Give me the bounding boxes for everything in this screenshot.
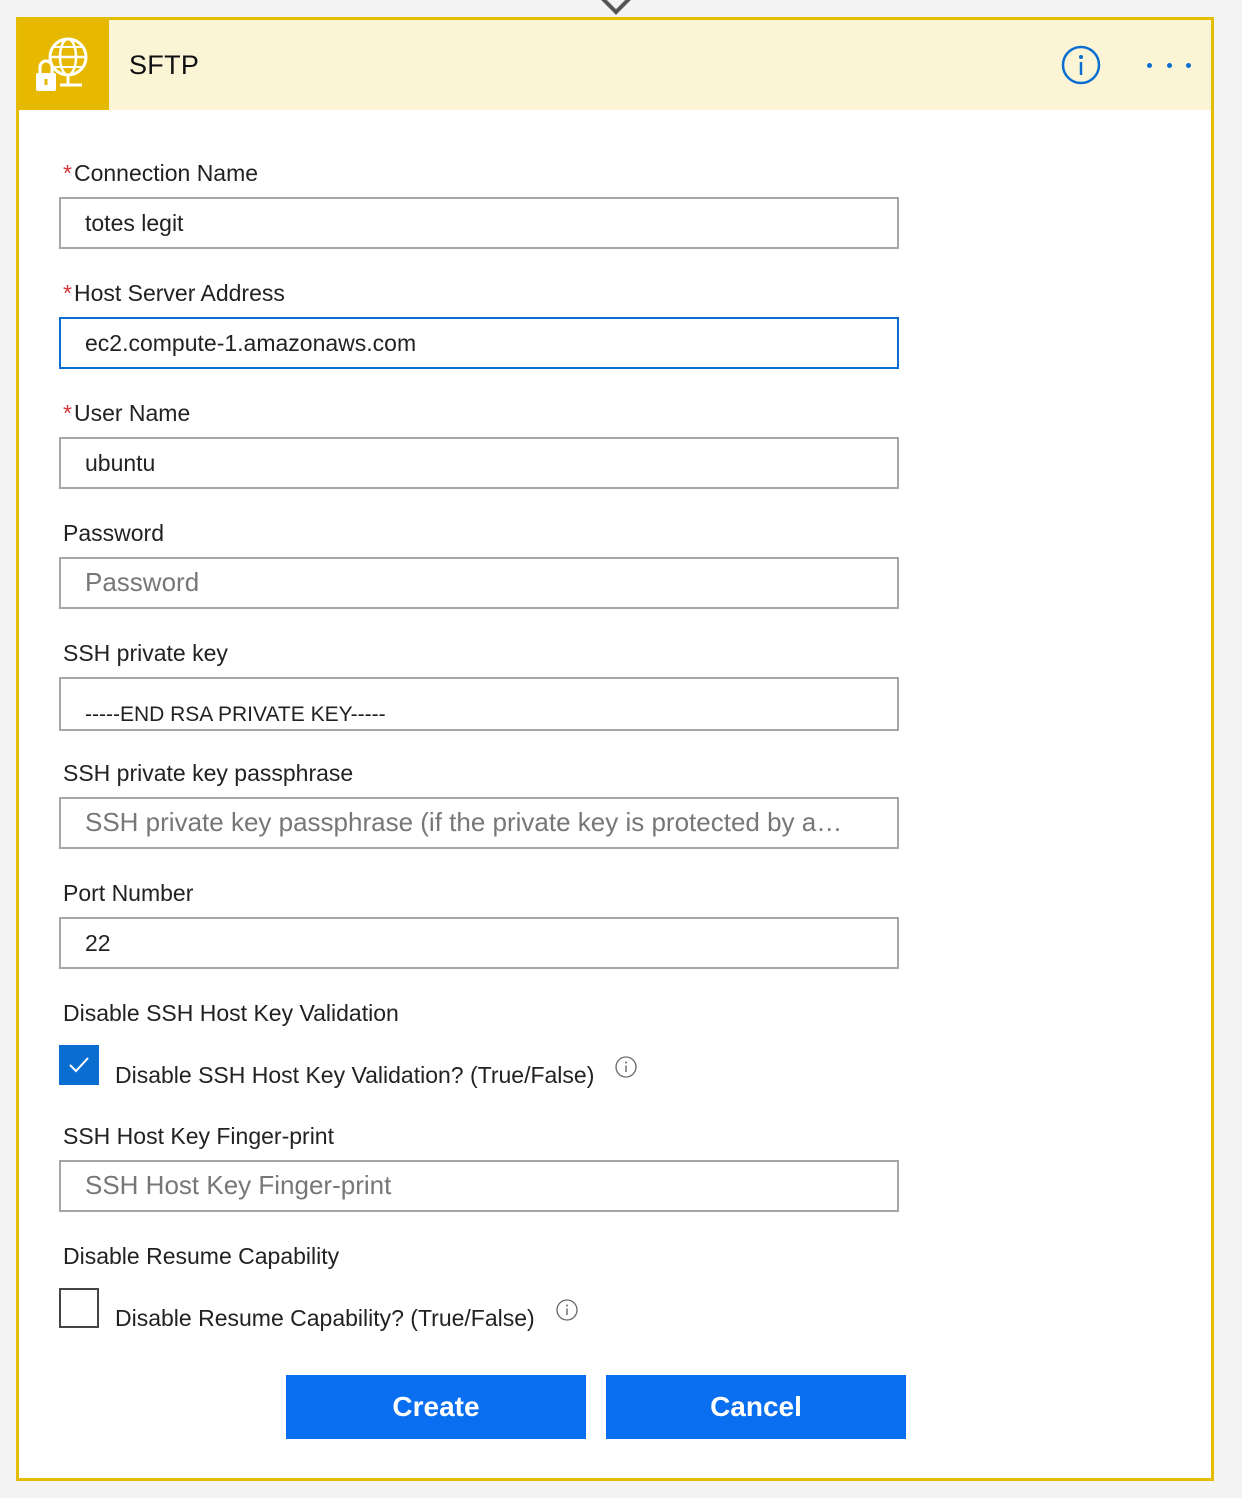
host-server-address-input[interactable] <box>59 317 899 369</box>
more-options-button[interactable] <box>1147 55 1191 75</box>
host-key-fingerprint-input[interactable] <box>59 1160 899 1212</box>
info-icon[interactable] <box>614 1055 638 1079</box>
disable-resume-checkbox-label: Disable Resume Capability? (True/False) <box>115 1305 535 1331</box>
disable-resume-row: Disable Resume Capability? (True/False) <box>59 1283 579 1332</box>
more-dot <box>1147 62 1152 68</box>
ssh-private-key-label: SSH private key <box>63 640 228 666</box>
required-marker: * <box>63 400 72 426</box>
disable-resume-label: Disable Resume Capability <box>63 1243 340 1269</box>
connection-name-input[interactable] <box>59 197 899 249</box>
checkmark-icon <box>69 1056 89 1072</box>
disable-host-key-validation-checkbox[interactable] <box>59 1044 99 1085</box>
create-button[interactable]: Create <box>286 1375 586 1439</box>
card-header: SFTP <box>19 20 1211 110</box>
disable-host-key-validation-label: Disable SSH Host Key Validation <box>63 1000 399 1026</box>
header-actions <box>1061 20 1191 110</box>
ssh-passphrase-label: SSH private key passphrase <box>63 760 354 786</box>
required-marker: * <box>63 160 72 186</box>
disable-host-key-validation-row: Disable SSH Host Key Validation? (True/F… <box>59 1040 638 1089</box>
user-name-input[interactable] <box>59 437 899 489</box>
info-icon[interactable] <box>1061 45 1101 85</box>
sftp-service-icon <box>19 20 109 110</box>
connection-name-label: *Connection Name <box>63 160 259 186</box>
connector-arrow-icon <box>601 0 631 15</box>
globe-lock-icon <box>36 37 88 91</box>
more-dot <box>1186 62 1191 68</box>
more-dot <box>1166 62 1172 68</box>
password-input[interactable] <box>59 557 899 609</box>
host-key-fingerprint-label: SSH Host Key Finger-print <box>63 1123 334 1149</box>
ssh-private-key-input[interactable] <box>59 677 899 731</box>
disable-host-key-validation-checkbox-label: Disable SSH Host Key Validation? (True/F… <box>115 1062 595 1088</box>
cancel-button[interactable]: Cancel <box>606 1375 906 1439</box>
port-number-input[interactable] <box>59 917 899 969</box>
ssh-passphrase-input[interactable] <box>59 797 899 849</box>
info-icon[interactable] <box>555 1298 579 1322</box>
port-number-label: Port Number <box>63 880 194 906</box>
host-server-address-label: *Host Server Address <box>63 280 285 306</box>
password-label: Password <box>63 520 164 546</box>
disable-resume-checkbox[interactable] <box>59 1287 99 1328</box>
required-marker: * <box>63 280 72 306</box>
user-name-label: *User Name <box>63 400 191 426</box>
sftp-connection-card: SFTP *Connection Name *Host Server Addre… <box>16 17 1214 1481</box>
card-title: SFTP <box>129 49 200 80</box>
